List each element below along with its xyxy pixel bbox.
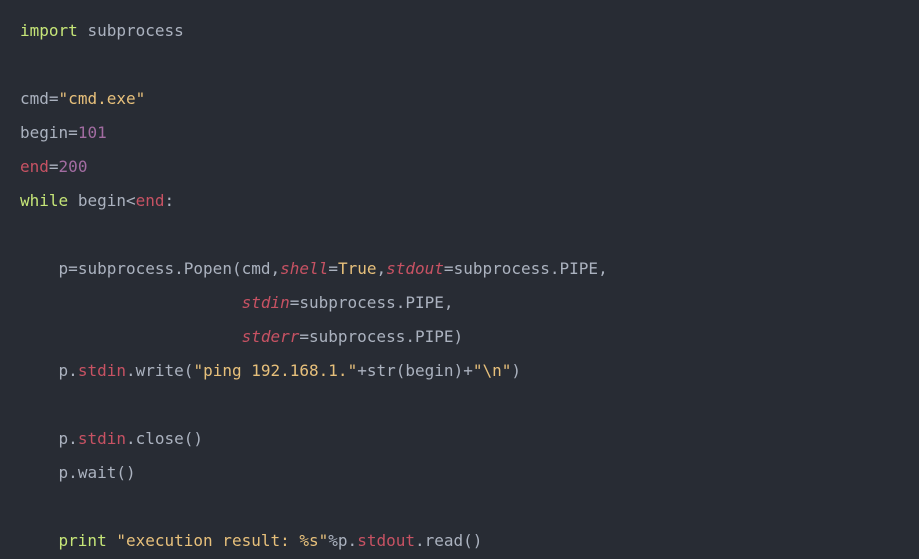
function-name: write xyxy=(136,361,184,380)
identifier: begin xyxy=(20,123,68,142)
identifier: PIPE xyxy=(415,327,454,346)
attribute: stdin xyxy=(78,429,126,448)
identifier: cmd xyxy=(242,259,271,278)
identifier: p xyxy=(338,531,348,550)
paren-open: ( xyxy=(396,361,406,380)
string-literal: "cmd.exe" xyxy=(59,89,146,108)
keyword-while: while xyxy=(20,191,68,210)
code-line: p.stdin.close() xyxy=(20,429,203,448)
identifier: end xyxy=(20,157,49,176)
code-line: p=subprocess.Popen(cmd,shell=True,stdout… xyxy=(20,259,608,278)
dot: . xyxy=(348,531,358,550)
operator-percent: % xyxy=(328,531,338,550)
identifier: subprocess xyxy=(454,259,550,278)
kwarg-name: stdout xyxy=(386,259,444,278)
function-name: Popen xyxy=(184,259,232,278)
paren-open: ( xyxy=(232,259,242,278)
paren-open: ( xyxy=(184,361,194,380)
module-name: subprocess xyxy=(87,21,183,40)
operator-assign: = xyxy=(299,327,309,346)
dot: . xyxy=(405,327,415,346)
parens: () xyxy=(116,463,135,482)
dot: . xyxy=(550,259,560,278)
code-line: p.wait() xyxy=(20,463,136,482)
operator-assign: = xyxy=(444,259,454,278)
dot: . xyxy=(68,429,78,448)
identifier: p xyxy=(59,429,69,448)
parens: () xyxy=(184,429,203,448)
number-literal: 101 xyxy=(78,123,107,142)
identifier: subprocess xyxy=(299,293,395,312)
identifier: begin xyxy=(78,191,126,210)
function-name: str xyxy=(367,361,396,380)
kwarg-name: stdin xyxy=(242,293,290,312)
dot: . xyxy=(126,361,136,380)
dot: . xyxy=(126,429,136,448)
attribute: stdin xyxy=(78,361,126,380)
code-line: while begin<end: xyxy=(20,191,174,210)
code-line: import subprocess xyxy=(20,21,184,40)
string-literal: "execution result: %s" xyxy=(116,531,328,550)
function-name: read xyxy=(425,531,464,550)
operator-assign: = xyxy=(290,293,300,312)
operator-assign: = xyxy=(49,89,59,108)
dot: . xyxy=(174,259,184,278)
operator-lt: < xyxy=(126,191,136,210)
code-line: stdin=subprocess.PIPE, xyxy=(20,293,454,312)
function-name: close xyxy=(136,429,184,448)
function-name: wait xyxy=(78,463,117,482)
comma: , xyxy=(598,259,608,278)
dot: . xyxy=(68,361,78,380)
attribute: stdout xyxy=(357,531,415,550)
kwarg-name: stderr xyxy=(242,327,300,346)
code-line: print "execution result: %s"%p.stdout.re… xyxy=(20,531,482,550)
identifier: p xyxy=(59,259,69,278)
paren-close: ) xyxy=(454,361,464,380)
paren-close: ) xyxy=(454,327,464,346)
kwarg-name: shell xyxy=(280,259,328,278)
comma: , xyxy=(271,259,281,278)
identifier: begin xyxy=(405,361,453,380)
code-line: p.stdin.write("ping 192.168.1."+str(begi… xyxy=(20,361,521,380)
number-literal: 200 xyxy=(59,157,88,176)
identifier: cmd xyxy=(20,89,49,108)
identifier: subprocess xyxy=(309,327,405,346)
dot: . xyxy=(68,463,78,482)
identifier: PIPE xyxy=(405,293,444,312)
identifier: p xyxy=(59,463,69,482)
keyword-print: print xyxy=(59,531,107,550)
string-literal: "\n" xyxy=(473,361,512,380)
paren-close: ) xyxy=(511,361,521,380)
colon: : xyxy=(165,191,175,210)
code-line: cmd="cmd.exe" xyxy=(20,89,145,108)
identifier: subprocess xyxy=(78,259,174,278)
keyword-import: import xyxy=(20,21,78,40)
identifier: PIPE xyxy=(560,259,599,278)
dot: . xyxy=(396,293,406,312)
operator-assign: = xyxy=(49,157,59,176)
code-line: stderr=subprocess.PIPE) xyxy=(20,327,463,346)
identifier: p xyxy=(59,361,69,380)
code-block: import subprocess cmd="cmd.exe" begin=10… xyxy=(0,0,919,559)
parens: () xyxy=(463,531,482,550)
operator-plus: + xyxy=(357,361,367,380)
operator-plus: + xyxy=(463,361,473,380)
code-line: begin=101 xyxy=(20,123,107,142)
identifier: end xyxy=(136,191,165,210)
comma: , xyxy=(376,259,386,278)
builtin-true: True xyxy=(338,259,377,278)
operator-assign: = xyxy=(68,123,78,142)
operator-assign: = xyxy=(328,259,338,278)
string-literal: "ping 192.168.1." xyxy=(193,361,357,380)
comma: , xyxy=(444,293,454,312)
code-line: end=200 xyxy=(20,157,87,176)
dot: . xyxy=(415,531,425,550)
operator-assign: = xyxy=(68,259,78,278)
